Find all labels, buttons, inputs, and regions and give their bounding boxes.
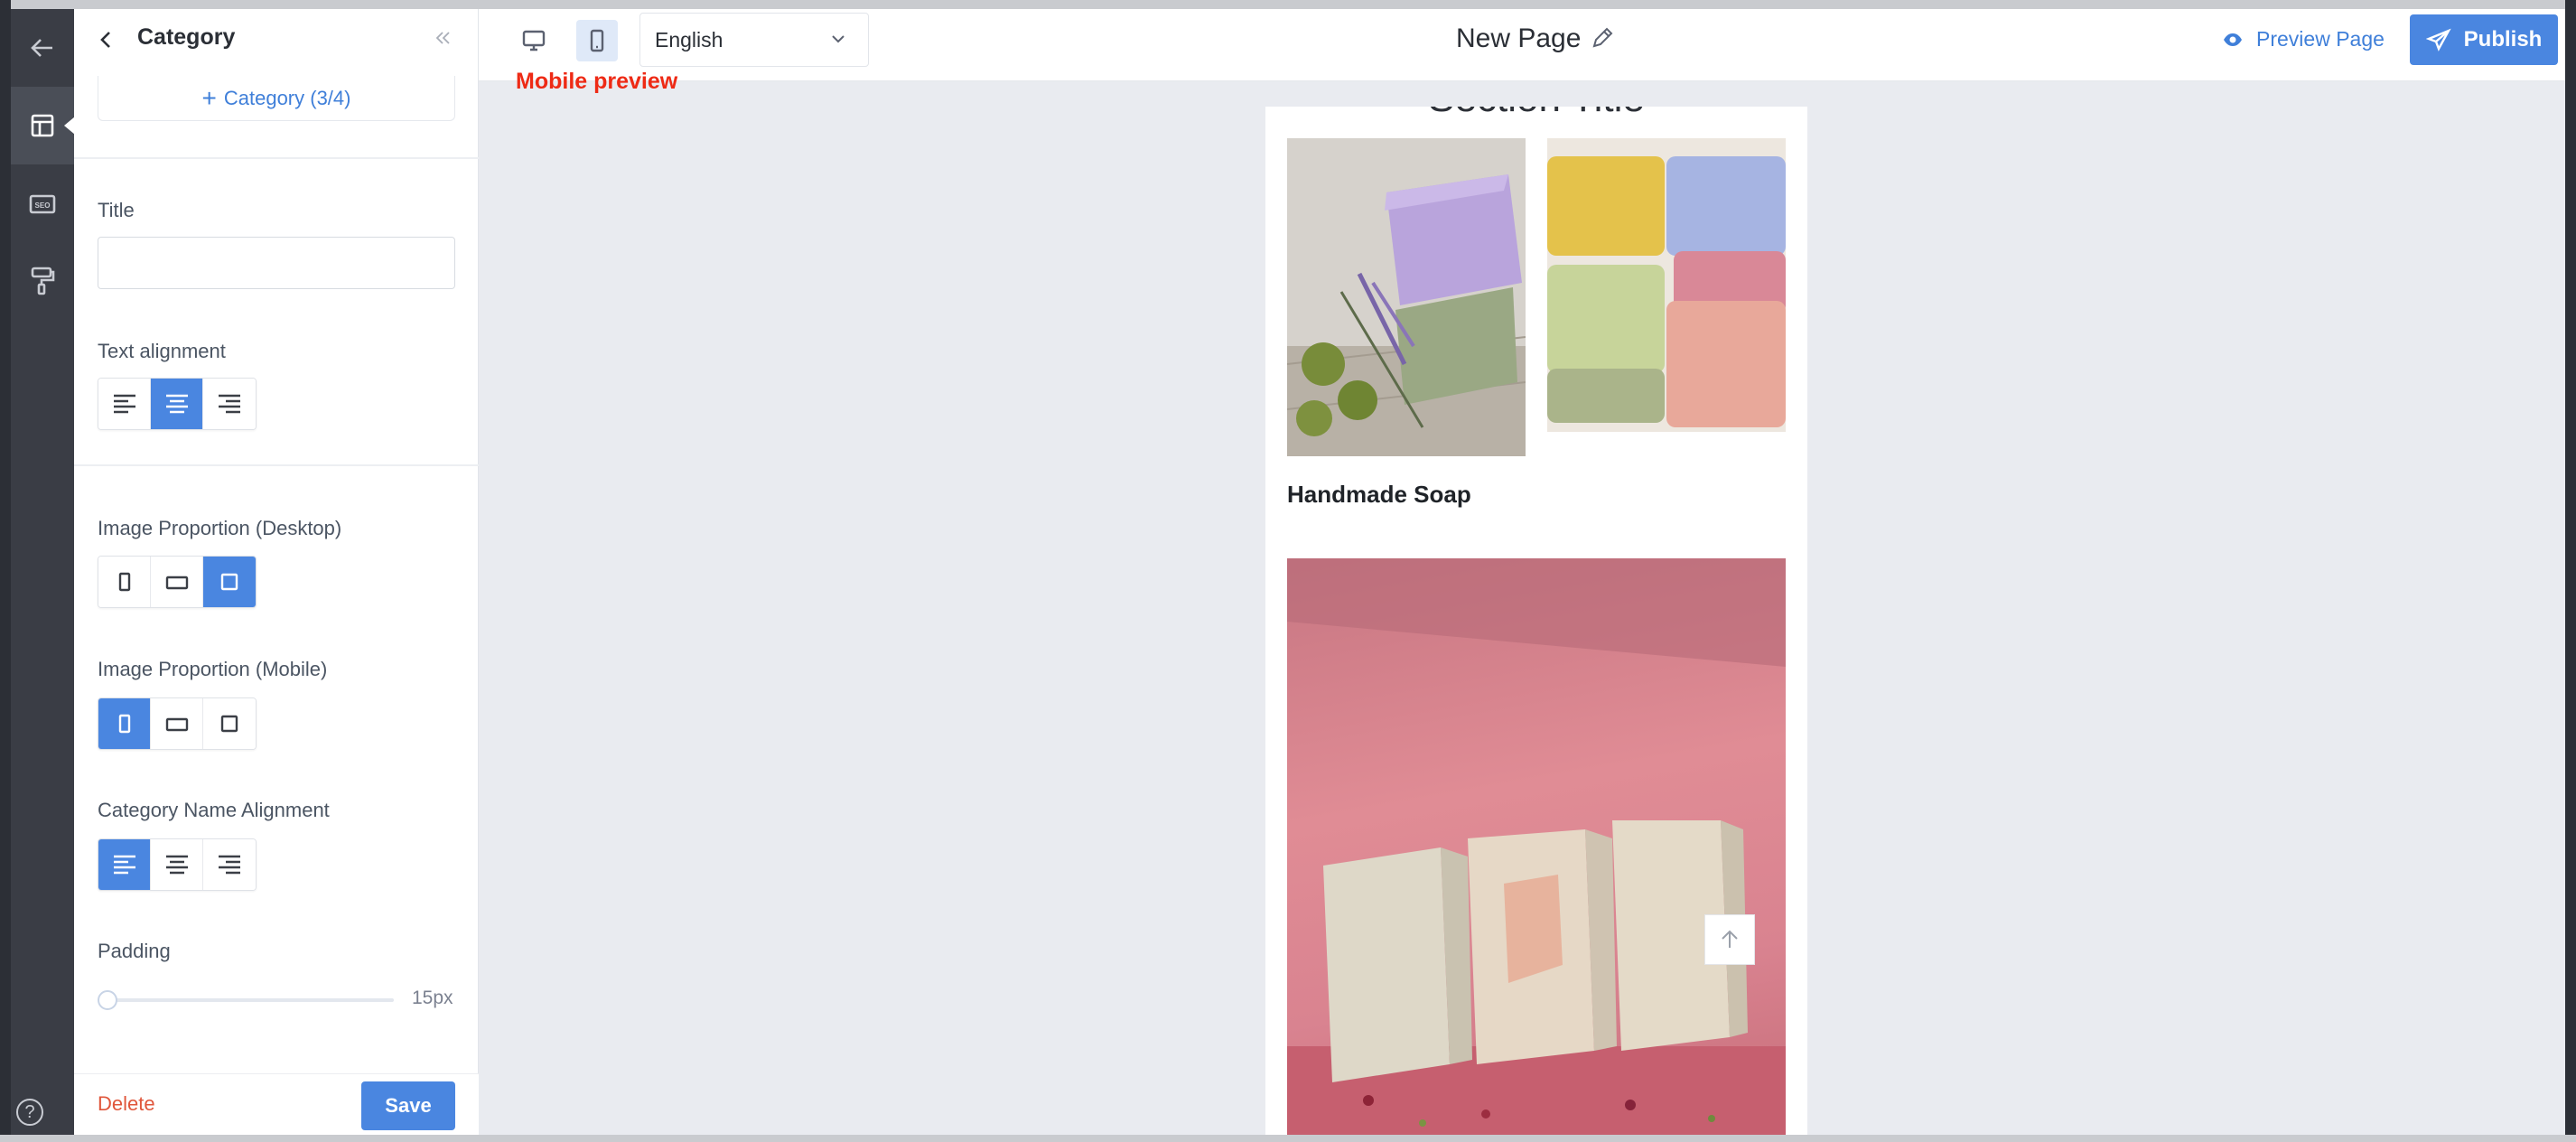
seo-icon: SEO	[29, 194, 56, 214]
mobile-preview-annotation: Mobile preview	[516, 69, 678, 94]
align-left-icon	[113, 855, 135, 875]
square-icon	[220, 715, 238, 733]
desktop-square-button[interactable]	[203, 557, 256, 607]
category-image-handmade-soap[interactable]	[1287, 558, 1786, 1142]
category-name-alignment-label: Category Name Alignment	[98, 799, 330, 821]
divider	[74, 464, 479, 466]
desktop-landscape-button[interactable]	[151, 557, 203, 607]
name-align-center-button[interactable]	[151, 839, 203, 890]
preview-page-link[interactable]: Preview Page	[2222, 27, 2385, 51]
text-alignment-label: Text alignment	[98, 340, 226, 362]
language-value: English	[655, 27, 723, 51]
plus-icon: +	[201, 83, 217, 112]
category-image-lavender-soap[interactable]	[1287, 138, 1526, 456]
rail-seo-button[interactable]: SEO	[11, 164, 74, 242]
svg-text:SEO: SEO	[35, 201, 51, 210]
padding-value: 15px	[412, 988, 453, 1008]
landscape-icon	[165, 576, 188, 590]
portrait-icon	[118, 714, 130, 734]
desktop-icon	[522, 30, 546, 51]
publish-label: Publish	[2463, 27, 2543, 51]
mobile-view-button[interactable]	[576, 20, 618, 61]
desktop-view-button[interactable]	[513, 20, 555, 61]
language-select[interactable]: English	[639, 13, 869, 67]
mobile-square-button[interactable]	[203, 698, 256, 749]
window-frame-top	[0, 0, 2576, 9]
left-rail: SEO	[11, 9, 75, 1135]
panel-footer: Delete Save	[74, 1073, 479, 1135]
title-label: Title	[98, 199, 135, 221]
paper-plane-icon	[2425, 28, 2451, 51]
rail-back-button[interactable]	[11, 9, 74, 87]
image-proportion-desktop-group	[98, 556, 257, 608]
title-input[interactable]	[98, 237, 455, 289]
name-align-left-button[interactable]	[98, 839, 151, 890]
mobile-icon	[590, 29, 604, 52]
chevron-down-icon	[832, 35, 845, 43]
rail-style-button[interactable]	[11, 242, 74, 320]
image-proportion-mobile-group	[98, 697, 257, 750]
align-left-button[interactable]	[98, 379, 151, 429]
align-right-icon	[219, 855, 240, 875]
window-frame-right	[2565, 0, 2576, 1142]
panel-header: Category	[74, 9, 479, 67]
layout-icon	[31, 114, 54, 137]
square-icon	[220, 573, 238, 591]
padding-label: Padding	[98, 940, 171, 962]
align-center-icon	[165, 394, 188, 414]
save-button[interactable]: Save	[361, 1081, 455, 1130]
add-category-button[interactable]: + Category (3/4)	[98, 76, 455, 121]
publish-button[interactable]: Publish	[2410, 14, 2558, 65]
align-center-icon	[165, 855, 188, 875]
collapse-panel-icon[interactable]	[434, 29, 452, 47]
paint-roller-icon	[31, 267, 55, 295]
image-proportion-desktop-label: Image Proportion (Desktop)	[98, 517, 342, 539]
padding-slider-track[interactable]	[105, 998, 394, 1002]
image-proportion-mobile-label: Image Proportion (Mobile)	[98, 658, 328, 680]
align-left-icon	[113, 394, 135, 414]
mobile-landscape-button[interactable]	[151, 698, 203, 749]
arrow-up-icon	[1722, 930, 1738, 948]
page-name[interactable]: New Page	[1456, 23, 1581, 54]
mobile-portrait-button[interactable]	[98, 698, 151, 749]
text-alignment-group	[98, 378, 257, 430]
pencil-icon[interactable]	[1590, 25, 1615, 51]
divider	[74, 157, 479, 159]
rail-layout-button[interactable]	[11, 87, 75, 164]
soap-photo	[1547, 138, 1786, 432]
name-align-right-button[interactable]	[203, 839, 256, 890]
help-icon[interactable]: ?	[16, 1099, 43, 1126]
top-bar: English New Page Preview Page Publish	[479, 9, 2565, 81]
category-name-alignment-group	[98, 838, 257, 891]
align-right-button[interactable]	[203, 379, 256, 429]
scroll-to-top-button[interactable]	[1704, 914, 1755, 965]
desktop-portrait-button[interactable]	[98, 557, 151, 607]
portrait-icon	[118, 572, 130, 592]
eye-icon	[2224, 33, 2242, 46]
section-title[interactable]: Section Title	[1265, 107, 1807, 121]
preview-page-label: Preview Page	[2256, 27, 2385, 51]
add-category-label: Category (3/4)	[223, 86, 351, 109]
category-image-colorful-soaps[interactable]	[1547, 138, 1786, 432]
soap-photo	[1287, 558, 1786, 1142]
panel-title: Category	[137, 24, 236, 50]
window-frame-bottom	[0, 1135, 2576, 1142]
delete-button[interactable]: Delete	[98, 1092, 155, 1116]
chevron-left-icon[interactable]	[98, 29, 116, 51]
landscape-icon	[165, 717, 188, 732]
mobile-preview-canvas: Section Title Handmade	[1265, 107, 1807, 1142]
settings-panel: Category + Category (3/4) Title Text ali…	[74, 9, 479, 1135]
align-center-button[interactable]	[151, 379, 203, 429]
window-frame-left	[0, 0, 11, 1142]
category-name[interactable]: Handmade Soap	[1287, 481, 1471, 509]
back-arrow-icon	[31, 39, 52, 57]
align-right-icon	[219, 394, 240, 414]
soap-photo	[1287, 138, 1526, 456]
padding-slider-handle[interactable]	[98, 990, 117, 1010]
